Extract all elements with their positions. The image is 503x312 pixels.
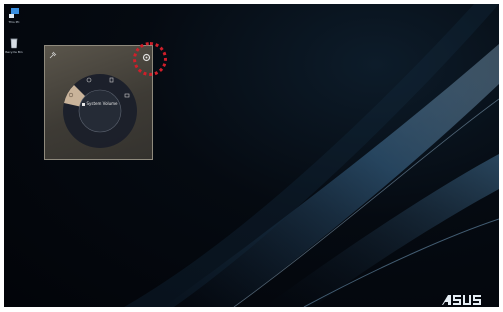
asus-logo <box>442 295 481 305</box>
system-volume-text: System Volume <box>86 101 118 106</box>
center-label: System Volume <box>82 101 118 106</box>
desktop-icon-this-pc[interactable]: This PC <box>4 7 25 24</box>
recycle-bin-icon <box>10 38 18 49</box>
desktop-icon-label: Recycle Bin <box>5 50 23 54</box>
desktop-background: This PC Recycle Bin System Volume <box>4 4 499 307</box>
pin-icon[interactable] <box>49 51 57 59</box>
desktop-icon-recycle-bin[interactable]: Recycle Bin <box>4 37 25 54</box>
settings-highlight-ring <box>133 42 167 76</box>
volume-icon <box>82 102 86 106</box>
desktop-icon-label: This PC <box>8 20 20 24</box>
computer-icon <box>9 8 19 18</box>
mode-wheel[interactable] <box>62 73 138 149</box>
